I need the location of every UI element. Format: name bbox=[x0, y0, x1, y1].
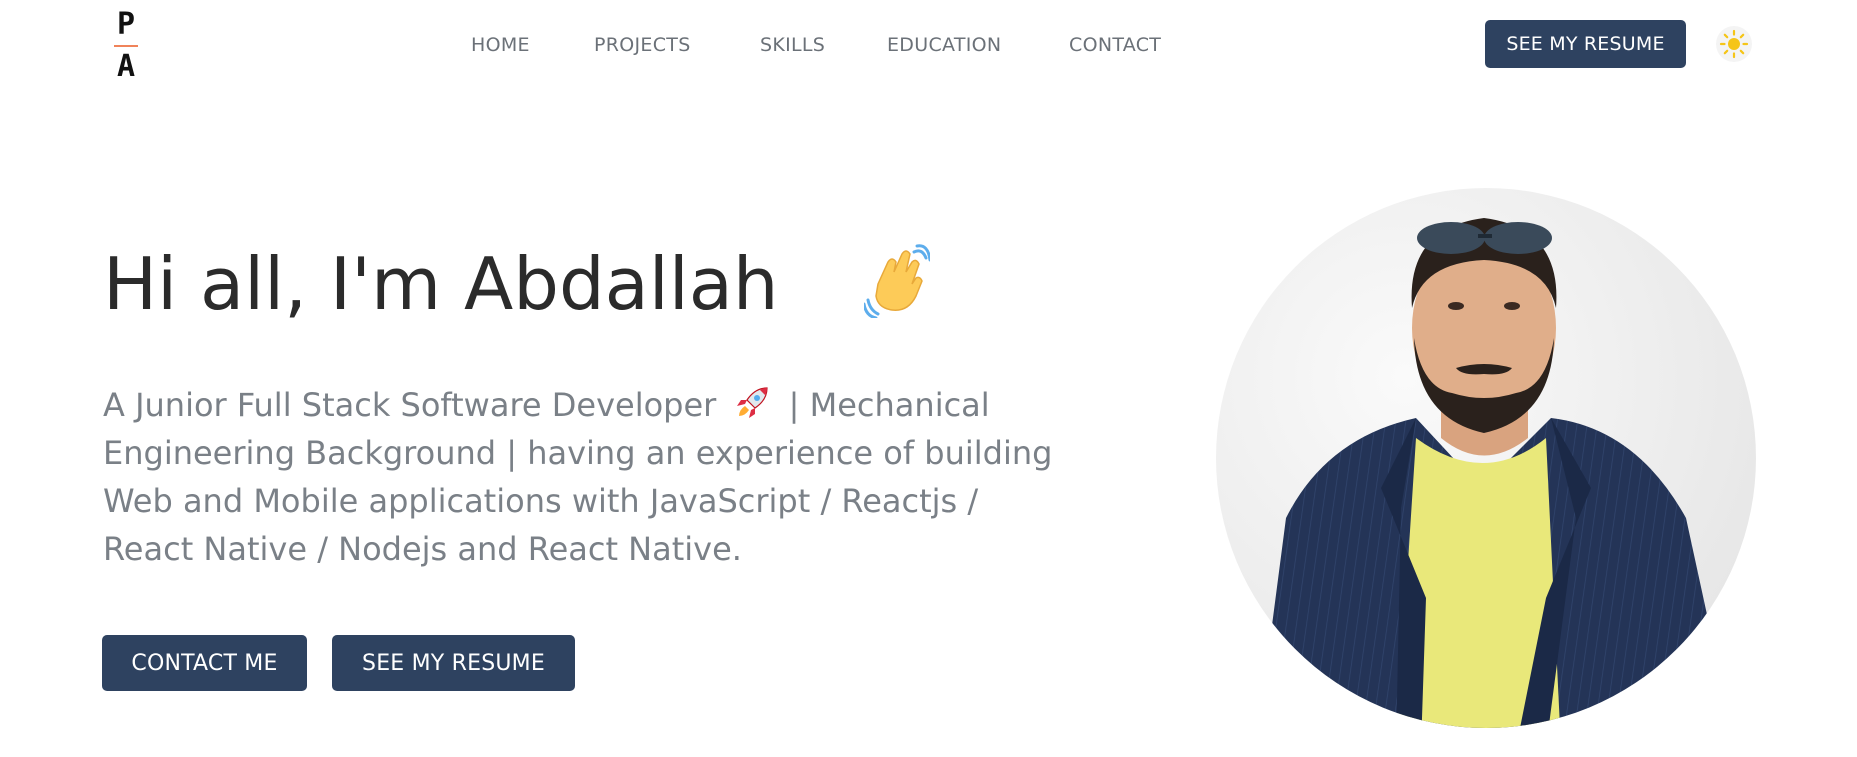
hero-description: A Junior Full Stack Software Developer |… bbox=[103, 381, 1063, 573]
rocket-icon bbox=[736, 387, 768, 418]
logo-divider bbox=[114, 45, 138, 47]
profile-photo bbox=[1216, 188, 1756, 728]
nav-projects[interactable]: PROJECTS bbox=[594, 30, 691, 60]
nav-education[interactable]: EDUCATION bbox=[887, 30, 1001, 60]
hero-greeting: Hi all, I'm Abdallah bbox=[103, 242, 779, 326]
see-resume-button[interactable]: SEE MY RESUME bbox=[332, 635, 575, 691]
logo-letter-top: P bbox=[116, 7, 136, 42]
nav-skills[interactable]: SKILLS bbox=[760, 30, 825, 60]
header-resume-button[interactable]: SEE MY RESUME bbox=[1485, 20, 1686, 68]
logo-letter-bottom: A bbox=[116, 49, 136, 84]
theme-toggle-button[interactable] bbox=[1716, 26, 1752, 62]
nav-contact[interactable]: CONTACT bbox=[1069, 30, 1161, 60]
nav-home[interactable]: HOME bbox=[471, 30, 530, 60]
logo[interactable]: P A bbox=[112, 8, 140, 84]
waving-hand-icon bbox=[864, 244, 930, 318]
description-text-1: A Junior Full Stack Software Developer bbox=[103, 386, 717, 424]
contact-me-button[interactable]: CONTACT ME bbox=[102, 635, 307, 691]
sun-icon bbox=[1719, 29, 1749, 59]
